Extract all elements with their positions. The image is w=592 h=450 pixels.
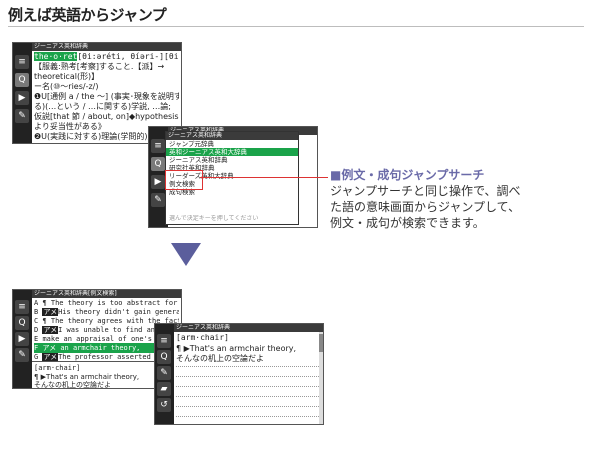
entry-line: theoretical(形)】: [34, 72, 100, 81]
note-icon[interactable]: ✎: [15, 348, 29, 362]
row-text: an armchair theory,: [60, 344, 141, 352]
callout-line: 例文・成句が検索できます。: [330, 216, 485, 230]
jump-icon[interactable]: ▶: [15, 91, 29, 105]
row-key: G: [34, 353, 39, 361]
row-key: B: [34, 308, 39, 316]
down-arrow-icon: [171, 243, 201, 266]
jump-icon[interactable]: ▶: [15, 332, 29, 346]
note-icon[interactable]: ✎: [15, 109, 29, 123]
page-title: 例えば英語からジャンプ: [8, 6, 167, 24]
highlight-box: [165, 170, 203, 190]
jump-menu-item[interactable]: ジーニアス英和辞典: [166, 156, 298, 164]
status-title: ジーニアス英和辞典[例文検索]: [34, 290, 117, 297]
search-icon[interactable]: Q: [15, 73, 29, 87]
jump-menu-item[interactable]: ジャンプ元辞典: [166, 140, 298, 148]
pronunciation: [θi:əréti, θíəri-][θiəri-]【P.187】: [77, 52, 179, 61]
menu-icon[interactable]: ≡: [157, 334, 171, 348]
callout-line: ジャンプサーチと同じ操作で、調べ: [330, 184, 521, 198]
search-icon[interactable]: Q: [15, 316, 29, 330]
feature-callout: ■例文・成句ジャンプサーチ ジャンプサーチと同じ操作で、調べ た語の意味画面から…: [330, 167, 521, 231]
side-toolbar: ≡ Q ✎ ▰ ↺: [155, 324, 174, 424]
side-toolbar: ≡ Q ▶ ✎: [13, 43, 32, 143]
search-icon[interactable]: Q: [157, 350, 171, 364]
jump-menu-item-selected[interactable]: 英和ジーニアス英和大辞典: [166, 148, 298, 156]
row-key: D: [34, 326, 39, 334]
history-icon[interactable]: ↺: [157, 398, 171, 412]
detail-headword: [arm·chair]: [176, 333, 229, 342]
menu-icon[interactable]: ≡: [15, 300, 29, 314]
status-bar: ジーニアス英和辞典[例文検索]: [32, 290, 181, 298]
row-text: His theory didn't gain genera: [58, 308, 179, 316]
status-bar: ジーニアス英和辞典: [32, 43, 181, 51]
jump-icon[interactable]: ▶: [151, 175, 165, 189]
dictionary-screen-example-detail: ≡ Q ✎ ▰ ↺ ジーニアス英和辞典 [arm·chair] ¶ ▶That'…: [154, 323, 324, 425]
entry-line: る)(…という / …に関する)学説, …論;: [34, 102, 171, 111]
ruled-line: [176, 406, 321, 408]
row-tag: アメ: [42, 353, 59, 361]
headword[interactable]: the·o·ret: [34, 52, 78, 61]
entry-line: 仮説[that 節 / about, on]◆hypothesis: [34, 112, 179, 121]
ruled-line: [176, 416, 321, 418]
row-tag: アメ: [42, 344, 57, 352]
pen-icon[interactable]: ✎: [157, 366, 171, 380]
status-title: ジーニアス英和辞典: [34, 43, 89, 50]
row-tag: アメ: [42, 326, 59, 334]
row-text: make an appraisal of one's ex: [42, 335, 165, 343]
callout-connector: [200, 177, 328, 178]
ruled-line: [176, 386, 321, 388]
status-bar: ジーニアス英和辞典: [174, 324, 323, 332]
row-text: The professor asserted the: [58, 353, 168, 361]
callout-heading: ■例文・成句ジャンプサーチ: [330, 168, 485, 182]
entry-headword-line: the·o·ret[θi:əréti, θíəri-][θiəri-]【P.18…: [34, 52, 179, 62]
entry-line: 【服義:熟考[考察]すること.【派】→: [34, 62, 165, 71]
popup-title: ジーニアス英和辞典: [166, 132, 298, 140]
ruled-line: [176, 376, 321, 378]
scrollbar-thumb[interactable]: [319, 334, 323, 352]
detail-line: そんなの机上の空論だよ: [176, 354, 264, 363]
row-key: A: [34, 299, 39, 307]
callout-line: た語の意味画面からジャンプして、: [330, 200, 521, 214]
ruled-line: [176, 396, 321, 398]
side-toolbar: ≡ Q ▶ ✎: [13, 290, 32, 388]
search-icon[interactable]: Q: [151, 157, 165, 171]
popup-footer: 選んで決定キーを押してください: [169, 215, 259, 222]
row-text: ¶ The theory is too abstract for me.: [42, 299, 179, 307]
entry-line: ❶U[通例 a / the ～] (事実･現象を説明す: [34, 92, 179, 101]
status-title: ジーニアス英和辞典: [176, 324, 231, 331]
row-key: E: [34, 335, 39, 343]
detail-line: ¶ ▶That's an armchair theory,: [176, 344, 297, 353]
scrollbar[interactable]: [319, 332, 323, 424]
row-key: F: [34, 344, 39, 352]
title-divider: [8, 26, 584, 27]
menu-icon[interactable]: ≡: [15, 55, 29, 69]
entry-line: ー名(⑩～ries/-z/): [34, 82, 99, 91]
menu-icon[interactable]: ≡: [151, 139, 165, 153]
note-icon[interactable]: ✎: [151, 193, 165, 207]
ruled-line: [176, 366, 321, 368]
row-tag: アメ: [42, 308, 59, 316]
marker-icon[interactable]: ▰: [157, 382, 171, 396]
row-key: C: [34, 317, 39, 325]
